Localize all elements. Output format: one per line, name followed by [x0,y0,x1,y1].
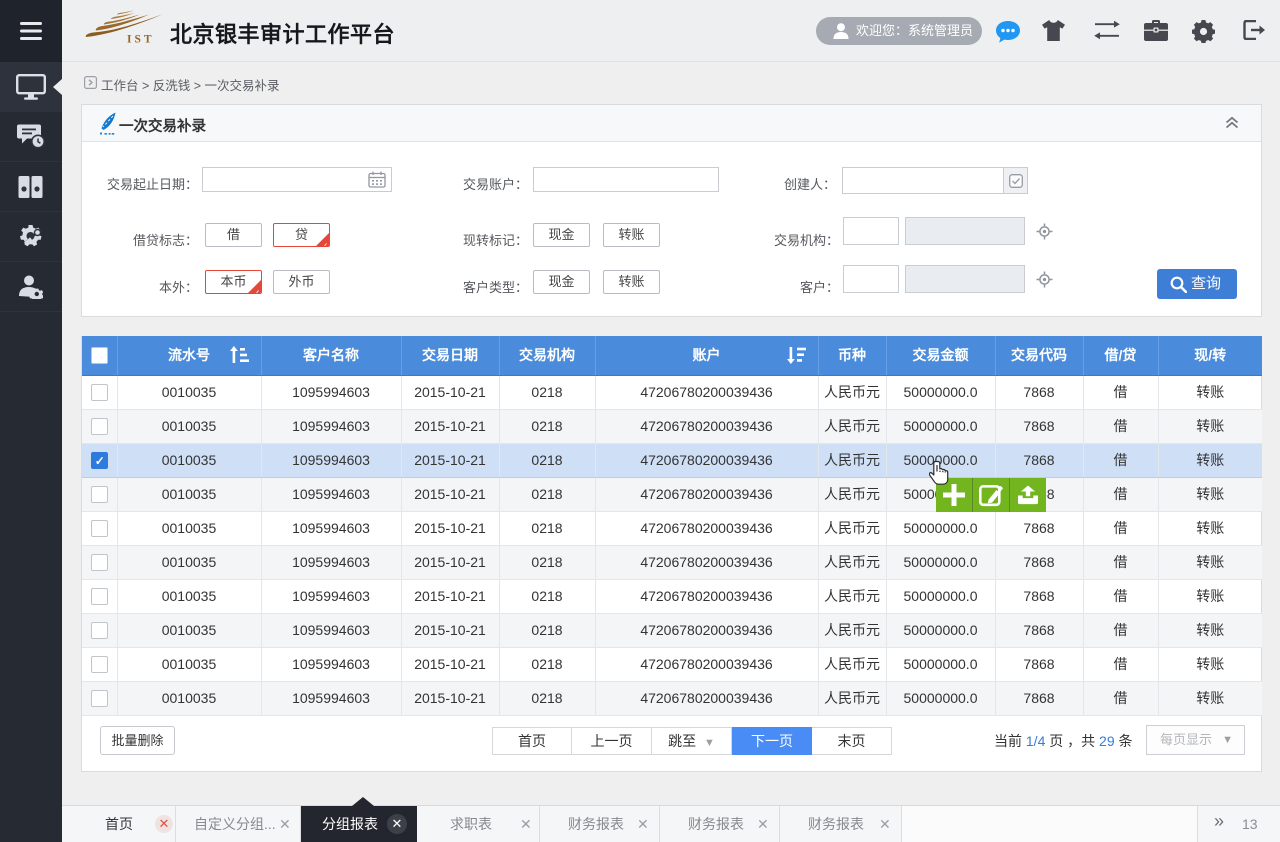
svg-text:IST: IST [127,34,155,46]
